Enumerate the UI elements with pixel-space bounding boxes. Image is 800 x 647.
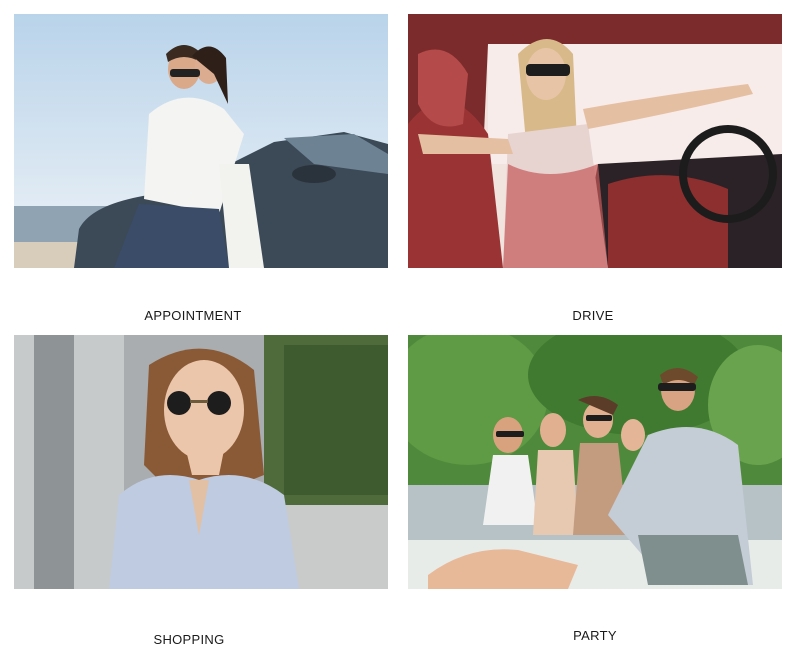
caption-party: PARTY xyxy=(573,628,617,643)
caption-shopping: SHOPPING xyxy=(153,632,225,647)
caption-drive: DRIVE xyxy=(572,308,614,323)
caption-appointment: APPOINTMENT xyxy=(144,308,242,323)
photo-appointment xyxy=(14,14,388,268)
photo-drive xyxy=(408,14,782,268)
photo-shopping xyxy=(14,335,388,589)
photo-party xyxy=(408,335,782,589)
